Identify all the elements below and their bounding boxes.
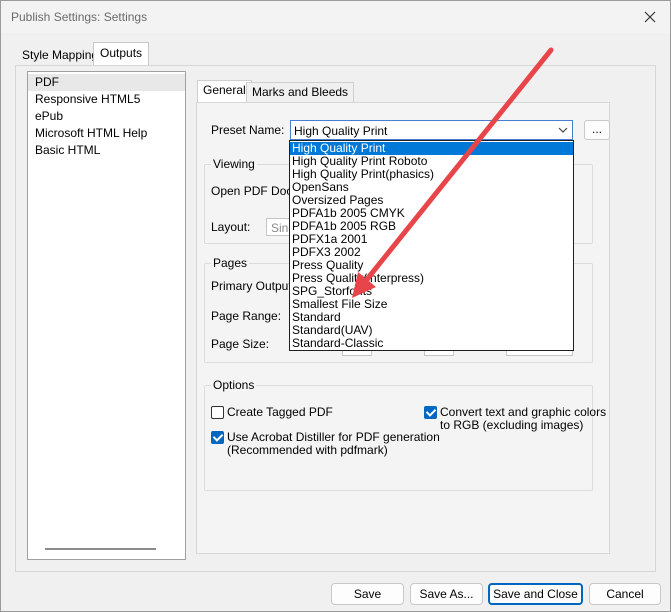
convert-colors-sublabel: to RGB (excluding images) xyxy=(440,418,584,432)
close-button[interactable] xyxy=(638,5,662,29)
tab-label: General xyxy=(203,83,246,97)
chevron-down-icon xyxy=(558,127,568,133)
create-tagged-pdf-label: Create Tagged PDF xyxy=(227,405,333,419)
preset-selected-value: High Quality Print xyxy=(294,124,388,138)
open-pdf-label: Open PDF Docu xyxy=(211,184,300,198)
options-group-title: Options xyxy=(211,378,257,392)
layout-label: Layout: xyxy=(211,220,251,234)
tab-label: Style Mapping xyxy=(22,48,99,62)
convert-colors-checkbox[interactable] xyxy=(424,406,437,419)
close-icon xyxy=(644,11,656,23)
use-distiller-sublabel: (Recommended with pdfmark) xyxy=(227,443,388,457)
tab-label: Marks and Bleeds xyxy=(252,85,349,99)
output-type-list[interactable]: PDF Responsive HTML5 ePub Microsoft HTML… xyxy=(27,71,186,560)
list-item-responsive-html5[interactable]: Responsive HTML5 xyxy=(28,91,185,108)
preset-name-label: Preset Name: xyxy=(211,123,285,137)
use-distiller-checkbox[interactable] xyxy=(211,431,224,444)
save-and-close-button[interactable]: Save and Close xyxy=(488,583,583,605)
tab-marks-and-bleeds[interactable]: Marks and Bleeds xyxy=(246,82,355,102)
list-item-html-help[interactable]: Microsoft HTML Help xyxy=(28,125,185,142)
list-item-label: Responsive HTML5 xyxy=(35,92,141,106)
horizontal-scrollbar[interactable] xyxy=(45,548,156,550)
tab-label: Outputs xyxy=(100,46,143,60)
list-item-label: Microsoft HTML Help xyxy=(35,126,148,140)
cancel-button[interactable]: Cancel xyxy=(589,583,661,605)
list-item-epub[interactable]: ePub xyxy=(28,108,185,125)
list-item-label: Basic HTML xyxy=(35,143,101,157)
page-size-label: Page Size: xyxy=(211,337,270,351)
preset-name-combo[interactable]: High Quality Print xyxy=(290,120,573,140)
preset-dropdown-list[interactable]: High Quality Print High Quality Print Rob… xyxy=(289,140,574,351)
list-item-label: PDF xyxy=(35,75,59,89)
pages-group-title: Pages xyxy=(211,256,250,270)
save-as-button[interactable]: Save As... xyxy=(410,583,483,605)
create-tagged-pdf-checkbox[interactable] xyxy=(211,406,224,419)
page-range-label: Page Range: xyxy=(211,309,282,323)
tab-general[interactable]: General xyxy=(197,80,252,103)
list-item-pdf[interactable]: PDF xyxy=(28,74,185,91)
title-bar: Publish Settings: Settings xyxy=(1,1,670,33)
preset-option[interactable]: Standard-Classic xyxy=(290,337,573,350)
save-button[interactable]: Save xyxy=(331,583,404,605)
tab-style-mapping[interactable]: Style Mapping xyxy=(15,44,105,66)
browse-preset-button[interactable]: ... xyxy=(584,120,610,140)
list-item-label: ePub xyxy=(35,109,64,123)
window-title: Publish Settings: Settings xyxy=(11,10,148,24)
list-item-basic-html[interactable]: Basic HTML xyxy=(28,142,185,159)
viewing-group-title: Viewing xyxy=(211,157,257,171)
tab-outputs[interactable]: Outputs xyxy=(93,42,150,67)
